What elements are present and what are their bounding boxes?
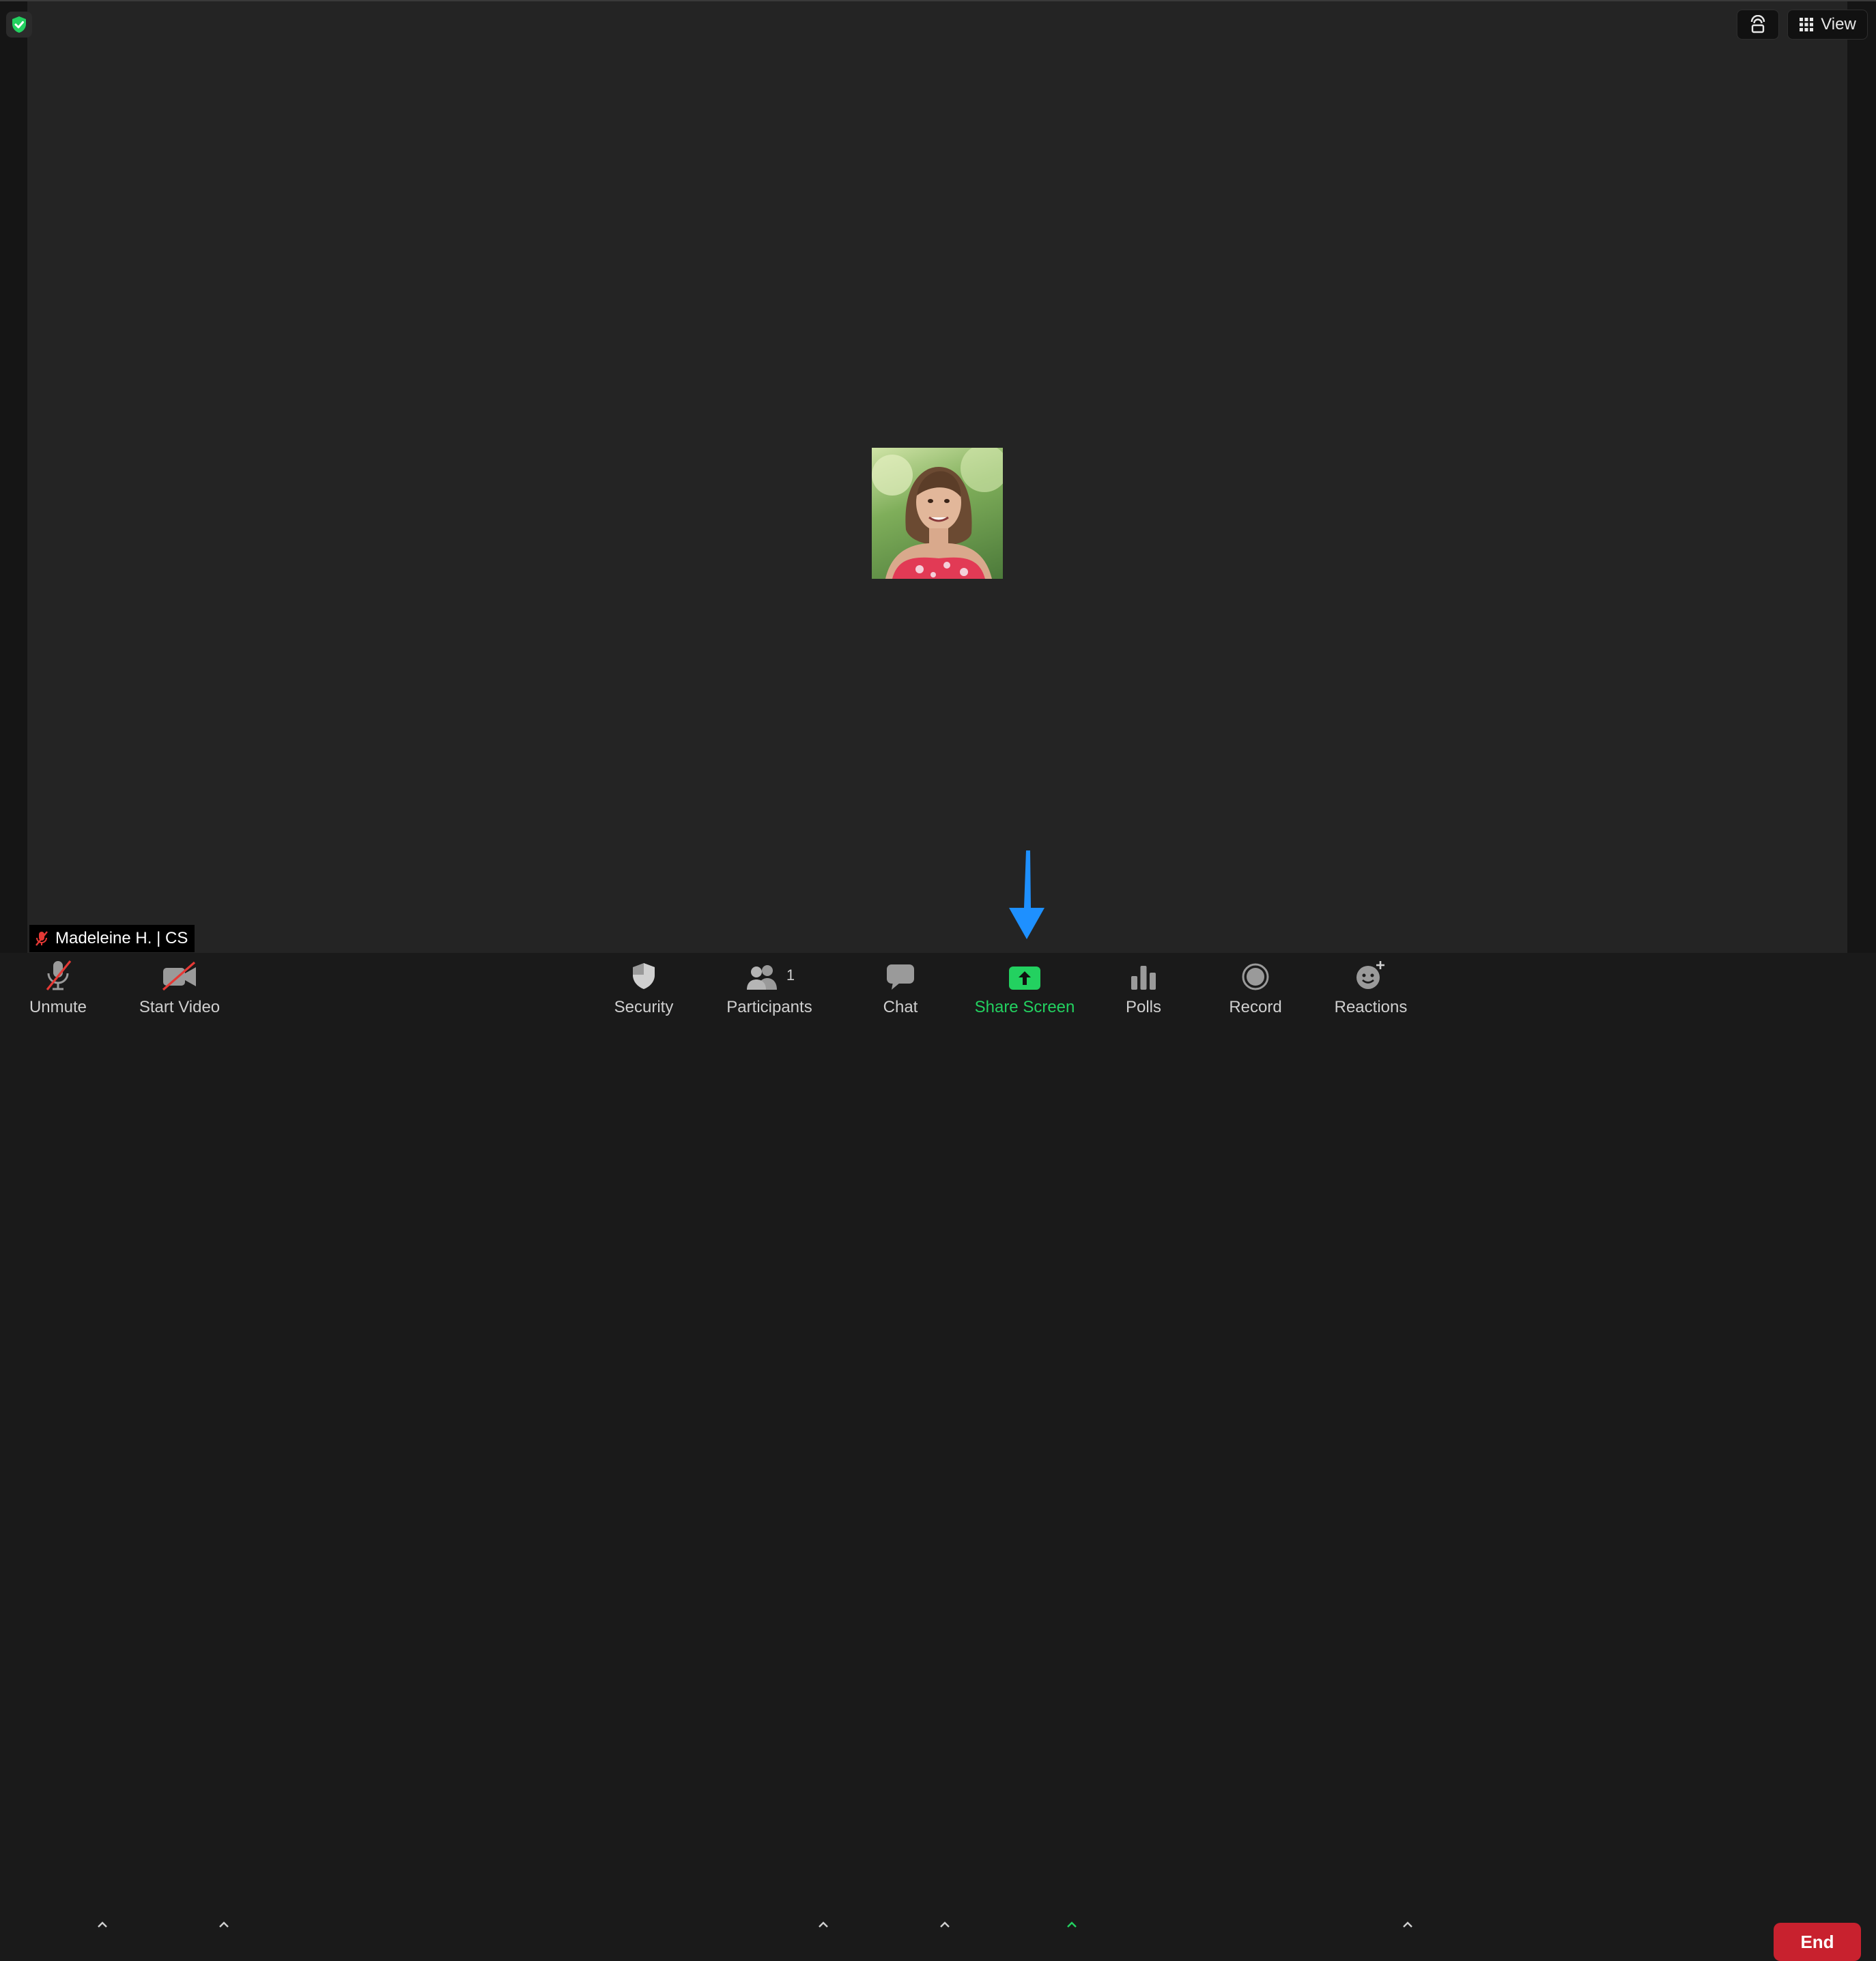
shield-check-icon	[12, 16, 26, 33]
chevron-up-icon	[1403, 1921, 1412, 1928]
participants-count: 1	[786, 967, 795, 984]
reactions-options-caret[interactable]	[1399, 1917, 1416, 1933]
avatar-portrait-image	[872, 448, 1003, 579]
grid-icon	[1800, 18, 1814, 31]
participants-button[interactable]: 1 Participants	[718, 953, 821, 1021]
chevron-up-icon	[940, 1921, 950, 1928]
chat-bubble-icon	[887, 964, 914, 990]
participants-options-caret[interactable]	[815, 1917, 832, 1933]
unmute-button[interactable]: Unmute	[19, 953, 97, 1021]
share-screen-label: Share Screen	[974, 998, 1075, 1016]
meeting-stage: View Madeleine H. | CS	[0, 0, 1876, 953]
immersive-view-button[interactable]	[1737, 10, 1779, 40]
chevron-up-icon	[98, 1921, 107, 1928]
participants-label: Participants	[726, 998, 812, 1016]
unmute-label: Unmute	[29, 998, 87, 1016]
chat-options-caret[interactable]	[937, 1917, 953, 1933]
muted-microphone-icon	[46, 960, 72, 991]
people-icon	[746, 965, 777, 990]
start-video-button[interactable]: Start Video	[134, 953, 225, 1021]
chevron-up-icon	[819, 1921, 828, 1928]
participant-name: Madeleine H. | CS	[55, 929, 188, 947]
polls-label: Polls	[1125, 998, 1162, 1016]
emoji-add-icon	[1356, 961, 1384, 989]
chevron-up-icon	[219, 1921, 229, 1928]
meeting-toolbar: Unmute Start Video Security 1 Participan…	[0, 953, 1876, 1961]
video-options-caret[interactable]	[216, 1917, 232, 1933]
end-meeting-button[interactable]: End	[1774, 1923, 1861, 1961]
share-screen-button[interactable]: Share Screen	[968, 953, 1081, 1021]
immersive-icon	[1750, 15, 1765, 33]
shield-icon	[633, 963, 655, 989]
chevron-up-icon	[1067, 1921, 1077, 1928]
view-button[interactable]: View	[1787, 10, 1868, 40]
security-button[interactable]: Security	[603, 953, 685, 1021]
bar-chart-icon	[1131, 966, 1156, 990]
start-video-label: Start Video	[139, 998, 221, 1016]
record-label: Record	[1229, 998, 1282, 1016]
reactions-button[interactable]: Reactions	[1327, 953, 1415, 1021]
share-options-caret[interactable]	[1064, 1917, 1080, 1933]
view-label: View	[1821, 15, 1856, 33]
record-icon	[1242, 963, 1269, 990]
chat-label: Chat	[883, 998, 918, 1016]
participant-name-tag: Madeleine H. | CS	[29, 925, 195, 952]
polls-button[interactable]: Polls	[1113, 953, 1174, 1021]
video-off-icon	[162, 961, 196, 991]
record-button[interactable]: Record	[1219, 953, 1292, 1021]
chat-button[interactable]: Chat	[870, 953, 931, 1021]
share-screen-icon	[1009, 967, 1040, 990]
audio-options-caret[interactable]	[94, 1917, 111, 1933]
pointer-arrow-annotation	[1009, 850, 1044, 939]
participant-avatar	[872, 448, 1003, 579]
security-label: Security	[614, 998, 674, 1016]
muted-mic-icon	[35, 931, 48, 946]
encryption-badge[interactable]	[6, 12, 32, 38]
reactions-label: Reactions	[1334, 998, 1408, 1016]
